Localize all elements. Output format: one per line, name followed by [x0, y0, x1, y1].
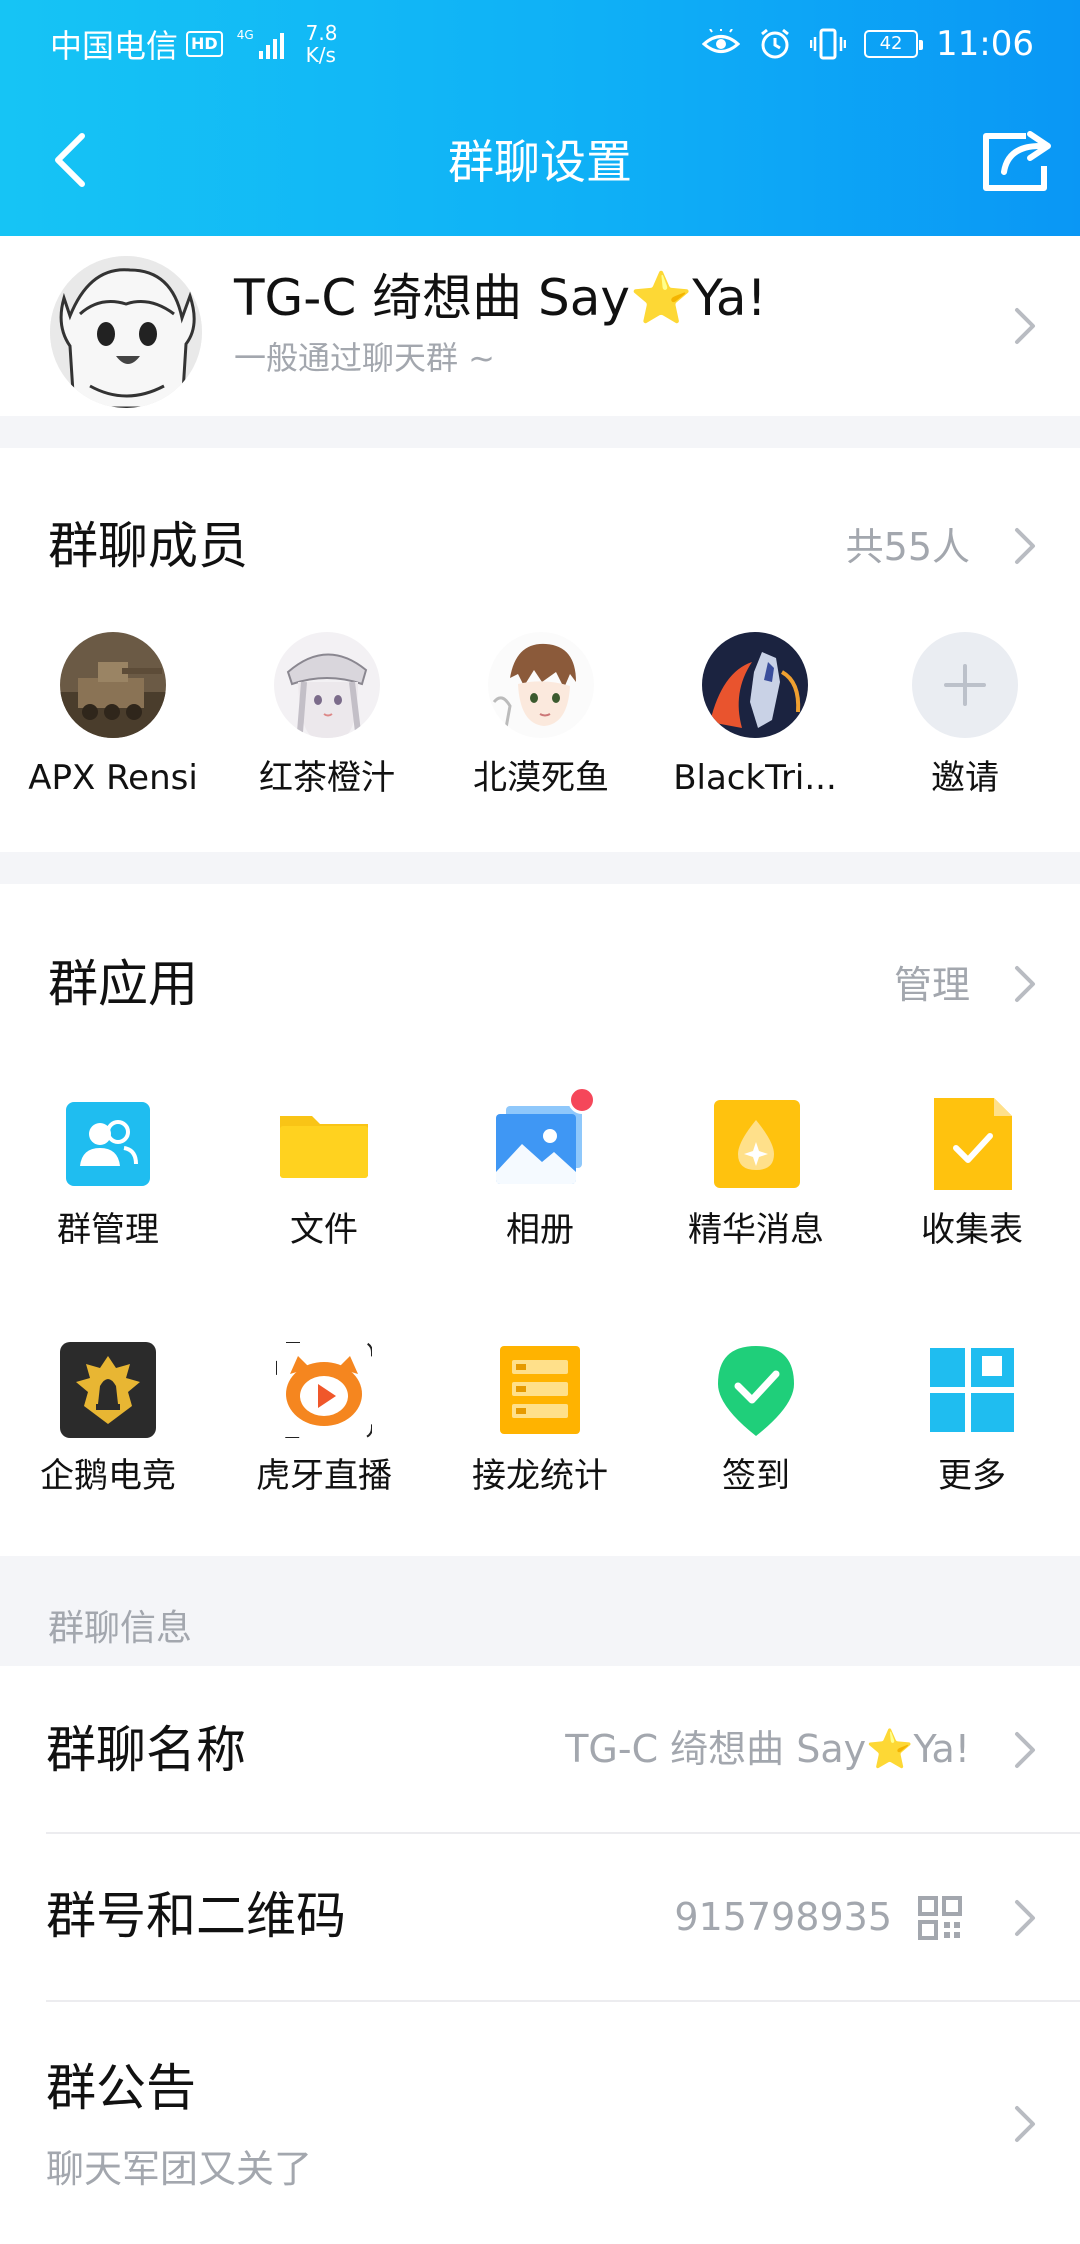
status-bar: 中国电信 HD 4G 7.8 K/s 42 11:06 [0, 0, 1080, 88]
member-avatar[interactable] [274, 632, 380, 738]
app-files[interactable]: 文件 [216, 1096, 432, 1254]
app-esports[interactable]: 企鹅电竞 [0, 1342, 216, 1500]
group-name-suffix: Ya! [692, 269, 767, 327]
group-name: TG-C 绮想曲 Say⭐Ya! [234, 266, 767, 330]
group-number-row[interactable]: 群号和二维码 915798935 [0, 1834, 1080, 2002]
app-relay[interactable]: 接龙统计 [432, 1342, 648, 1500]
app-label: 签到 [722, 1456, 790, 1496]
app-more[interactable]: 更多 [864, 1342, 1080, 1500]
group-name-label: 群聊名称 [46, 1721, 246, 1779]
app-label: 相册 [506, 1210, 574, 1250]
speed-unit: K/s [305, 43, 336, 67]
page-title: 群聊设置 [448, 135, 632, 189]
more-grid-icon [924, 1342, 1020, 1438]
member-avatar[interactable] [60, 632, 166, 738]
vibrate-icon [810, 28, 847, 60]
app-label: 接龙统计 [472, 1456, 608, 1496]
carrier-label: 中国电信 [50, 27, 179, 65]
member-name: 红茶橙汁 [259, 758, 395, 798]
network-speed: 7.8 K/s [306, 22, 338, 66]
invite-label: 邀请 [931, 758, 999, 798]
checkin-icon [708, 1342, 804, 1438]
apps-title: 群应用 [48, 955, 198, 1013]
group-name-value-prefix: TG-C 绮想曲 Say [565, 1727, 867, 1771]
eye-icon [702, 29, 741, 53]
app-huya[interactable]: 虎牙直播 [216, 1341, 432, 1500]
members-section: 群聊成员 共55人 APX Rensi 红茶橙汁 北漠死鱼 BlackTri..… [0, 448, 1080, 852]
group-profile-card[interactable]: TG-C 绮想曲 Say⭐Ya! 一般通过聊天群 ~ [0, 236, 1080, 416]
qr-code-icon[interactable] [918, 1896, 962, 1940]
app-album[interactable]: 相册 [432, 1086, 648, 1254]
group-name-value: TG-C 绮想曲 Say⭐Ya! [565, 1724, 970, 1774]
announcement-text: 聊天军团又关了 [46, 2147, 313, 2191]
chevron-right-icon[interactable] [1012, 2104, 1038, 2144]
folder-icon [276, 1096, 372, 1192]
group-description: 一般通过聊天群 ~ [234, 339, 495, 377]
speed-value: 7.8 [305, 21, 338, 45]
member-item[interactable]: BlackTri... [650, 632, 860, 802]
star-emoji: ⭐ [630, 269, 693, 327]
chevron-right-icon[interactable] [1012, 306, 1038, 346]
app-label: 群管理 [57, 1210, 159, 1250]
chevron-right-icon[interactable] [1012, 1730, 1038, 1770]
announcement-label: 群公告 [46, 2059, 196, 2117]
app-label: 更多 [938, 1456, 1006, 1496]
app-group-manage[interactable]: 群管理 [0, 1096, 216, 1254]
clock: 11:06 [936, 24, 1034, 64]
chevron-right-icon[interactable] [1012, 526, 1038, 566]
share-icon[interactable] [978, 126, 1058, 196]
member-name: 北漠死鱼 [473, 758, 609, 798]
notification-badge [568, 1086, 596, 1114]
huya-icon [275, 1341, 373, 1439]
manage-link[interactable]: 管理 [894, 960, 970, 1010]
relay-icon [492, 1342, 588, 1438]
add-icon[interactable] [912, 632, 1018, 738]
member-item[interactable]: APX Rensi [8, 632, 218, 802]
app-label: 收集表 [921, 1210, 1023, 1250]
battery-level: 42 [879, 33, 903, 54]
app-label: 企鹅电竞 [40, 1456, 176, 1496]
member-avatar[interactable] [702, 632, 808, 738]
app-label: 精华消息 [688, 1210, 824, 1250]
essence-icon [708, 1096, 804, 1192]
esports-icon [60, 1342, 156, 1438]
member-item[interactable]: 北漠死鱼 [436, 632, 646, 802]
star-emoji: ⭐ [866, 1727, 914, 1771]
album-icon [492, 1086, 596, 1192]
chevron-right-icon[interactable] [1012, 1898, 1038, 1938]
group-number-label: 群号和二维码 [46, 1887, 346, 1945]
group-name-prefix: TG-C 绮想曲 Say [234, 269, 630, 327]
chevron-right-icon[interactable] [1012, 964, 1038, 1004]
form-icon [924, 1096, 1020, 1192]
member-name: APX Rensi [28, 758, 198, 798]
alarm-icon [761, 28, 789, 59]
hd-badge: HD [186, 31, 223, 57]
group-manage-icon [60, 1096, 156, 1192]
header-bar: 中国电信 HD 4G 7.8 K/s 42 11:06 群聊设置 [0, 0, 1080, 236]
invite-item[interactable]: 邀请 [860, 632, 1070, 802]
status-right: 42 11:06 [702, 20, 1034, 68]
group-number-value: 915798935 [674, 1895, 892, 1939]
member-item[interactable]: 红茶橙汁 [222, 632, 432, 802]
members-title: 群聊成员 [48, 517, 248, 575]
member-name: BlackTri... [673, 758, 837, 798]
announcement-row[interactable]: 群公告 聊天军团又关了 [0, 2002, 1080, 2244]
group-apps-section: 群应用 管理 群管理 文件 相册 精华消息 收集表 企鹅电竞 虎牙直播 接龙统计… [0, 884, 1080, 1556]
battery-icon: 42 [864, 30, 924, 58]
info-section-title: 群聊信息 [48, 1608, 193, 1649]
member-count[interactable]: 共55人 [846, 522, 970, 572]
member-avatar[interactable] [488, 632, 594, 738]
group-name-row[interactable]: 群聊名称 TG-C 绮想曲 Say⭐Ya! [0, 1666, 1080, 1834]
network-type: 4G [236, 28, 254, 42]
group-name-value-suffix: Ya! [913, 1727, 971, 1771]
app-label: 虎牙直播 [256, 1456, 392, 1496]
app-form[interactable]: 收集表 [864, 1096, 1080, 1254]
group-avatar[interactable] [50, 256, 202, 408]
app-checkin[interactable]: 签到 [648, 1342, 864, 1500]
app-label: 文件 [290, 1210, 358, 1250]
app-essence[interactable]: 精华消息 [648, 1096, 864, 1254]
status-left: 中国电信 HD 4G 7.8 K/s [50, 20, 337, 68]
signal-icon: 4G [237, 29, 284, 59]
